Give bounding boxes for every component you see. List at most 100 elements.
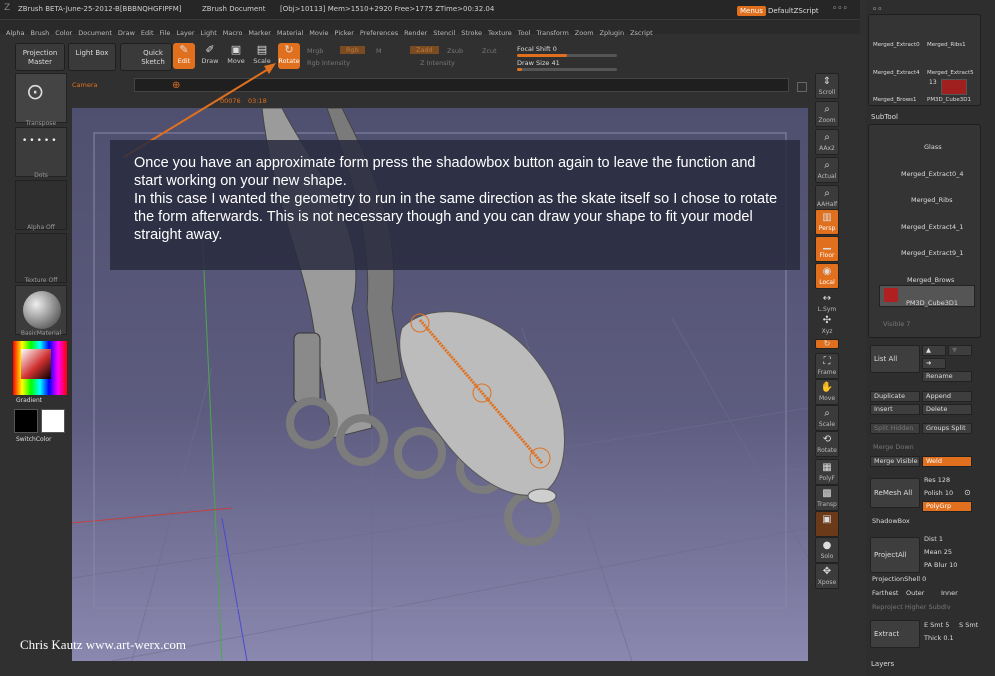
color-picker[interactable]	[13, 341, 67, 395]
projection-master-button[interactable]: Projection Master	[15, 43, 65, 71]
persp-button[interactable]: ▥ Persp	[815, 209, 839, 235]
menu-material[interactable]: Material	[277, 29, 303, 37]
edit-button[interactable]: ✎ Edit	[173, 43, 195, 69]
tool-thumb-1[interactable]: Merged_Ribs1	[927, 42, 966, 48]
zsub-button[interactable]: Zsub	[447, 47, 463, 55]
menu-preferences[interactable]: Preferences	[360, 29, 398, 37]
scale-button[interactable]: ▤ Scale	[251, 43, 273, 69]
menu-draw[interactable]: Draw	[118, 29, 135, 37]
layers-header[interactable]: Layers	[871, 660, 894, 668]
subtool-item-ribs[interactable]: Merged_Ribs	[911, 196, 953, 204]
switch-color-button[interactable]: SwitchColor	[16, 436, 68, 443]
zcut-button[interactable]: Zcut	[482, 47, 497, 55]
append-button[interactable]: Append	[922, 391, 972, 402]
menu-brush[interactable]: Brush	[30, 29, 49, 37]
texture-picker[interactable]	[15, 233, 67, 283]
menu-render[interactable]: Render	[404, 29, 427, 37]
material-picker[interactable]	[15, 285, 67, 335]
menu-picker[interactable]: Picker	[335, 29, 354, 37]
menu-macro[interactable]: Macro	[223, 29, 243, 37]
color-square[interactable]	[21, 349, 51, 379]
merge-visible-button[interactable]: Merge Visible	[870, 456, 920, 467]
merge-down-button[interactable]: Merge Down	[870, 443, 920, 454]
alpha-picker[interactable]	[15, 180, 67, 230]
m-button[interactable]: M	[376, 47, 382, 55]
tool-thumb-2[interactable]: Merged_Extract4	[873, 70, 920, 76]
transp-button[interactable]: ▩ Transp	[815, 485, 839, 511]
menu-texture[interactable]: Texture	[488, 29, 512, 37]
floor-button[interactable]: ▁ Floor	[815, 236, 839, 262]
groups-split-button[interactable]: Groups Split	[922, 423, 972, 434]
rotate-button[interactable]: ↻ Rotate	[278, 43, 300, 69]
inner-button[interactable]: Inner	[941, 589, 958, 597]
move-down-button[interactable]: ▼	[948, 345, 972, 356]
menu-stencil[interactable]: Stencil	[433, 29, 455, 37]
polygrp-toggle[interactable]: PolyGrp	[922, 501, 972, 512]
tool-thumb-4[interactable]: Merged_Brows1	[873, 97, 917, 103]
frame-button[interactable]: ⛶ Frame	[815, 353, 839, 379]
transpose-button[interactable]: ⊙	[15, 73, 67, 123]
subtool-header[interactable]: SubTool	[871, 113, 898, 121]
menu-marker[interactable]: Marker	[248, 29, 270, 37]
timeline-track[interactable]	[134, 78, 789, 92]
e-smt-slider[interactable]: E Smt 5	[924, 621, 949, 629]
subtool-item-glass[interactable]: Glass	[924, 143, 942, 151]
remesh-all-button[interactable]: ReMesh All	[870, 478, 920, 508]
aax2-button[interactable]: ⌕ AAx2	[815, 129, 839, 155]
insert-button[interactable]: Insert	[870, 404, 920, 415]
draw-button[interactable]: ✐ Draw	[199, 43, 221, 69]
stroke-picker[interactable]: •••••	[15, 127, 67, 177]
polish-toggle-icon[interactable]: ⊙	[964, 488, 971, 497]
reproject-higher-subdiv-button[interactable]: Reproject Higher Subdiv	[872, 603, 951, 611]
tool-thumb-5[interactable]: PM3D_Cube3D1	[927, 97, 971, 103]
menu-movie[interactable]: Movie	[309, 29, 328, 37]
polish-slider[interactable]: Polish 10	[924, 489, 953, 497]
extract-button[interactable]: Extract	[870, 620, 920, 648]
menu-zoom[interactable]: Zoom	[575, 29, 594, 37]
pa-blur-slider[interactable]: PA Blur 10	[924, 561, 957, 569]
res-slider[interactable]: Res 128	[924, 476, 950, 484]
menu-document[interactable]: Document	[78, 29, 112, 37]
duplicate-button[interactable]: Duplicate	[870, 391, 920, 402]
rename-button[interactable]: Rename	[922, 371, 972, 382]
menu-alpha[interactable]: Alpha	[6, 29, 24, 37]
timeline-toggle[interactable]	[797, 82, 807, 92]
xpose-button[interactable]: ✥ Xpose	[815, 563, 839, 589]
menu-stroke[interactable]: Stroke	[461, 29, 482, 37]
delete-button[interactable]: Delete	[922, 404, 972, 415]
menu-tool[interactable]: Tool	[518, 29, 531, 37]
arrow-right-button[interactable]: ➜	[922, 358, 946, 369]
viewport-move-button[interactable]: ✋ Move	[815, 379, 839, 405]
list-all-button[interactable]: List All	[870, 345, 920, 373]
quick-sketch-button[interactable]: Quick Sketch	[120, 43, 172, 71]
focal-shift-slider[interactable]	[517, 54, 617, 57]
menu-transform[interactable]: Transform	[536, 29, 568, 37]
mrgb-button[interactable]: Mrgb	[307, 47, 323, 55]
light-box-button[interactable]: Light Box	[68, 43, 116, 71]
menu-file[interactable]: File	[160, 29, 171, 37]
local-button[interactable]: ◉ Local	[815, 263, 839, 289]
menu-layer[interactable]: Layer	[176, 29, 194, 37]
menu-light[interactable]: Light	[201, 29, 217, 37]
default-zscript-button[interactable]: DefaultZScript	[765, 6, 822, 16]
project-all-button[interactable]: ProjectAll	[870, 537, 920, 573]
weld-toggle[interactable]: Weld	[922, 456, 972, 467]
dist-slider[interactable]: Dist 1	[924, 535, 943, 543]
aahalf-button[interactable]: ⌕ AAHalf	[815, 185, 839, 211]
polyf-button[interactable]: ▦ PolyF	[815, 459, 839, 485]
secondary-color-swatch[interactable]	[41, 409, 65, 433]
ghost-button[interactable]: ▣	[815, 511, 839, 537]
split-hidden-button[interactable]: Split Hidden	[870, 423, 920, 434]
outer-button[interactable]: Outer	[906, 589, 924, 597]
tool-thumb-3[interactable]: Merged_Extract5	[927, 70, 974, 76]
rotate-axis-button[interactable]: ↻	[815, 339, 839, 349]
shadowbox-button[interactable]: ShadowBox	[872, 517, 910, 525]
menu-zplugin[interactable]: Zplugin	[600, 29, 625, 37]
subtool-item-extract0-4[interactable]: Merged_Extract0_4	[901, 170, 963, 178]
farthest-button[interactable]: Farthest	[872, 589, 898, 597]
menu-edit[interactable]: Edit	[141, 29, 154, 37]
solo-button[interactable]: ● Solo	[815, 537, 839, 563]
timeline-key-icon[interactable]: ⊕	[172, 80, 180, 91]
viewport-scale-button[interactable]: ⌕ Scale	[815, 405, 839, 431]
move-up-button[interactable]: ▲	[922, 345, 946, 356]
